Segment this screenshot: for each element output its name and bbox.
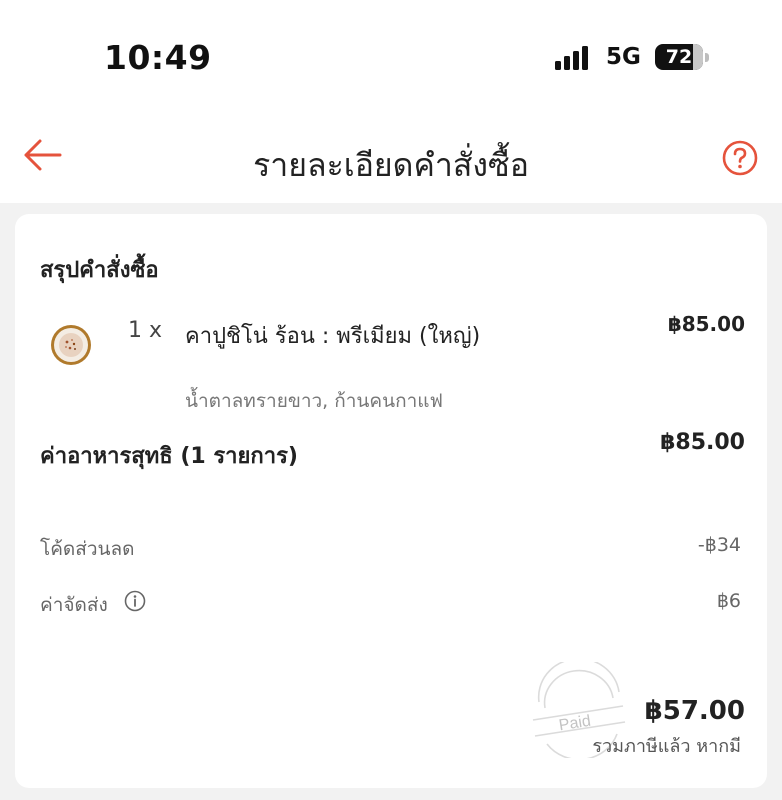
item-options: น้ำตาลทรายขาว, ก้านคนกาแฟ <box>185 390 443 412</box>
info-icon <box>124 590 146 612</box>
order-summary-title: สรุปคำสั่งซื้อ <box>40 258 159 283</box>
total-note: รวมภาษีแล้ว หากมี <box>592 736 741 757</box>
question-circle-icon <box>722 140 758 176</box>
status-bar: 10:49 5G 72 <box>0 0 782 110</box>
navigation-bar: รายละเอียดคำสั่งซื้อ <box>0 110 782 203</box>
subtotal-value: ฿85.00 <box>660 430 745 455</box>
cellular-signal-icon <box>555 44 595 70</box>
subtotal-label: ค่าอาหารสุทธิ (1 รายการ) <box>40 444 298 469</box>
status-time: 10:49 <box>104 38 212 77</box>
cappuccino-thumbnail <box>51 325 91 365</box>
total-amount: ฿57.00 <box>644 696 745 726</box>
item-price: ฿85.00 <box>667 312 745 336</box>
paid-stamp-text: Paid <box>558 713 592 735</box>
delivery-fee-label: ค่าจัดส่ง <box>40 594 108 616</box>
battery-level: 72 <box>665 46 693 68</box>
order-summary-card: สรุปคำสั่งซื้อ 1 x คาปูชิโน่ ร้อน : พรีเ… <box>15 214 767 788</box>
delivery-fee-value: ฿6 <box>716 590 741 612</box>
discount-label: โค้ดส่วนลด <box>40 538 135 560</box>
item-name: คาปูชิโน่ ร้อน : พรีเมียม (ใหญ่) <box>185 324 481 349</box>
help-button[interactable] <box>722 140 758 176</box>
network-type: 5G <box>606 44 641 70</box>
battery-tip <box>705 53 709 62</box>
page-title: รายละเอียดคำสั่งซื้อ <box>253 146 529 184</box>
item-quantity: 1 x <box>128 318 163 343</box>
discount-value: -฿34 <box>697 534 741 556</box>
battery-icon: 72 <box>655 44 703 70</box>
delivery-info-button[interactable] <box>124 590 146 612</box>
